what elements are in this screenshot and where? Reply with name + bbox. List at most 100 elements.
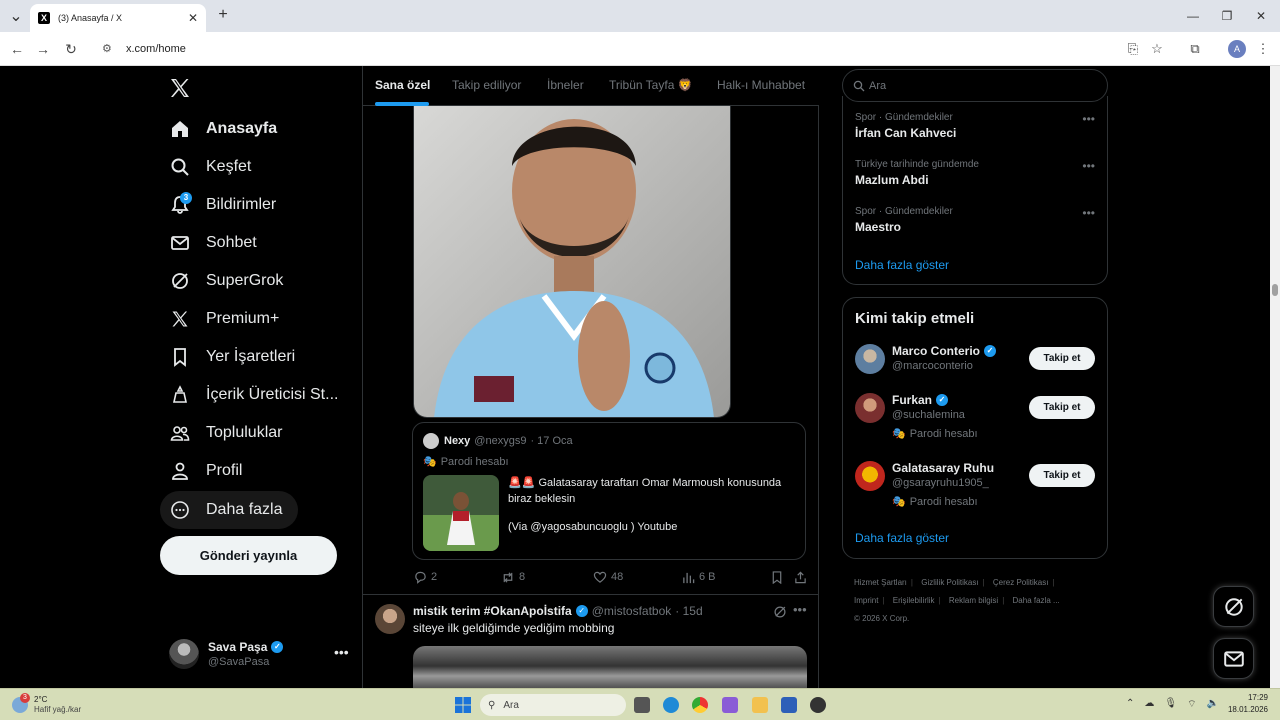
minimize-window-button[interactable]: — <box>1182 7 1204 25</box>
x-logo-icon[interactable] <box>168 76 192 100</box>
trend-item[interactable]: Spor · Gündemdekiler İrfan Can Kahveci •… <box>855 112 1095 140</box>
trend-item[interactable]: Spor · Gündemdekiler Maestro ••• <box>855 206 1095 234</box>
weather-widget[interactable]: 3 2°C Hafif yağ./kar <box>12 693 92 717</box>
nav-profile[interactable]: Profil <box>160 452 252 490</box>
quoted-tweet[interactable]: Nexy @nexygs9 · 17 Oca 🎭 Parodi hesabı 🚨🚨… <box>412 422 806 560</box>
forward-button[interactable]: → <box>34 40 52 58</box>
install-app-icon[interactable]: ⎘ <box>1124 40 1142 58</box>
footer-link[interactable]: Gizlilik Politikası <box>921 578 978 587</box>
scrollbar-thumb[interactable] <box>1272 284 1278 296</box>
volume-icon[interactable]: 🔈 <box>1207 698 1219 711</box>
nav-creator-studio[interactable]: İçerik Üreticisi St... <box>160 376 348 414</box>
follow-button[interactable]: Takip et <box>1029 347 1095 370</box>
nav-communities[interactable]: Topluluklar <box>160 414 292 452</box>
browser-menu-icon[interactable]: ⋮ <box>1254 40 1272 58</box>
wifi-icon[interactable]: ⌔ <box>1187 698 1196 711</box>
windows-start-icon[interactable] <box>455 697 471 713</box>
tab-list-1[interactable]: İbneler <box>547 78 584 92</box>
more-dots-icon[interactable]: ••• <box>793 602 807 617</box>
tweet-author-name[interactable]: mistik terim #OkanApoİstifa <box>413 604 572 618</box>
bookmark-star-icon[interactable]: ☆ <box>1148 40 1166 58</box>
more-dots-icon[interactable]: ••• <box>1082 159 1095 173</box>
grok-icon[interactable] <box>773 605 787 619</box>
tweet-date[interactable]: · 15d <box>675 604 702 618</box>
follow-button[interactable]: Takip et <box>1029 396 1095 419</box>
mic-icon[interactable]: 🎙 <box>1164 698 1177 711</box>
more-dots-icon[interactable]: ••• <box>1082 206 1095 220</box>
trends-show-more-link[interactable]: Daha fazla göster <box>855 258 949 272</box>
store-icon[interactable] <box>781 697 797 713</box>
footer-link[interactable]: Çerez Politikası <box>993 578 1049 587</box>
close-tab-icon[interactable]: ✕ <box>188 11 198 25</box>
like-button[interactable]: 48 <box>593 570 623 584</box>
close-window-button[interactable]: ✕ <box>1250 7 1272 25</box>
browser-profile-avatar[interactable]: A <box>1228 40 1246 58</box>
more-dots-icon[interactable]: ••• <box>334 644 349 660</box>
messages-fab-button[interactable] <box>1213 638 1254 679</box>
new-tab-button[interactable]: + <box>214 6 232 24</box>
reply-button[interactable]: 2 <box>413 570 437 584</box>
footer-link[interactable]: Reklam bilgisi <box>949 596 998 605</box>
taskbar-clock[interactable]: 17:29 18.01.2026 <box>1222 692 1268 716</box>
nav-bookmarks[interactable]: Yer İşaretleri <box>160 338 305 376</box>
tweet-author-handle[interactable]: @mistosfatbok <box>592 604 672 618</box>
more-dots-icon[interactable]: ••• <box>1082 112 1095 126</box>
tweet-image[interactable] <box>413 646 807 688</box>
copilot-icon[interactable] <box>722 697 738 713</box>
repost-button[interactable]: 8 <box>501 570 525 584</box>
footer-link[interactable]: Hizmet Şartları <box>854 578 907 587</box>
nav-premium[interactable]: Premium+ <box>160 300 289 338</box>
page-scrollbar[interactable] <box>1270 66 1280 688</box>
extensions-icon[interactable]: ⧉ <box>1186 40 1204 58</box>
suggested-account[interactable]: Furkan ✓ @suchalemina 🎭 Parodi hesabı Taki… <box>855 393 1095 443</box>
post-button[interactable]: Gönderi yayınla <box>160 536 337 575</box>
nav-chat[interactable]: Sohbet <box>160 224 267 262</box>
tab-search-icon[interactable]: ⌄ <box>6 7 26 25</box>
app-icon[interactable] <box>810 697 826 713</box>
suggested-account[interactable]: Galatasaray Ruhu @gsarayruhu1905_ 🎭 Parod… <box>855 461 1095 511</box>
share-button[interactable] <box>793 570 807 584</box>
address-bar[interactable]: ⚙ x.com/home <box>92 36 1176 62</box>
nav-home[interactable]: Anasayfa <box>160 110 287 148</box>
chrome-icon[interactable] <box>692 697 708 713</box>
reload-button[interactable]: ↻ <box>62 40 80 58</box>
grok-fab-button[interactable] <box>1213 586 1254 627</box>
account-switcher[interactable]: Sava Paşa ✓ @SavaPasa ••• <box>160 632 360 678</box>
browser-tab[interactable]: X (3) Anasayfa / X ✕ <box>30 4 206 32</box>
taskbar-search[interactable]: ⚲ Ara <box>480 694 626 716</box>
follow-button[interactable]: Takip et <box>1029 464 1095 487</box>
avatar[interactable] <box>375 604 405 634</box>
footer-link[interactable]: Erişilebilirlik <box>893 596 935 605</box>
maximize-window-button[interactable]: ❐ <box>1216 7 1238 25</box>
footer-link[interactable]: Imprint <box>854 596 878 605</box>
nav-label: İçerik Üreticisi St... <box>206 386 339 403</box>
back-button[interactable]: ← <box>8 40 26 58</box>
who-show-more-link[interactable]: Daha fazla göster <box>855 531 949 545</box>
suggested-account[interactable]: Marco Conterio ✓ @marcoconterio Takip et <box>855 344 1095 394</box>
tab-list-3[interactable]: Halk-ı Muhabbet <box>717 78 805 92</box>
nav-label: Daha fazla <box>206 501 283 518</box>
share-icon <box>793 570 807 584</box>
tab-for-you[interactable]: Sana özel <box>375 78 430 92</box>
views-button[interactable]: 6 B <box>681 570 716 584</box>
task-view-icon[interactable] <box>634 697 650 713</box>
cloud-icon[interactable]: ☁ <box>1144 698 1154 711</box>
file-explorer-icon[interactable] <box>752 697 768 713</box>
tab-list-2[interactable]: Tribün Tayfa 🦁 <box>609 78 693 92</box>
quoted-image[interactable] <box>423 475 499 551</box>
site-info-icon[interactable]: ⚙ <box>102 42 116 56</box>
tray-chevron-icon[interactable]: ⌃ <box>1126 698 1134 711</box>
tweet-image[interactable] <box>413 106 731 418</box>
footer-link[interactable]: Daha fazla ... <box>1013 596 1060 605</box>
nav-more[interactable]: Daha fazla <box>160 491 298 529</box>
search-input[interactable]: Ara <box>842 69 1108 102</box>
nav-supergrok[interactable]: SuperGrok <box>160 262 293 300</box>
trend-item[interactable]: Türkiye tarihinde gündemde Mazlum Abdi •… <box>855 159 1095 187</box>
nav-explore[interactable]: Keşfet <box>160 148 261 186</box>
heart-icon <box>593 570 607 584</box>
edge-icon[interactable] <box>663 697 679 713</box>
bookmark-button[interactable] <box>770 570 784 584</box>
trend-title: İrfan Can Kahveci <box>855 126 957 140</box>
nav-notifications[interactable]: Bildirimler <box>160 186 286 224</box>
tab-following[interactable]: Takip ediliyor <box>452 78 521 92</box>
